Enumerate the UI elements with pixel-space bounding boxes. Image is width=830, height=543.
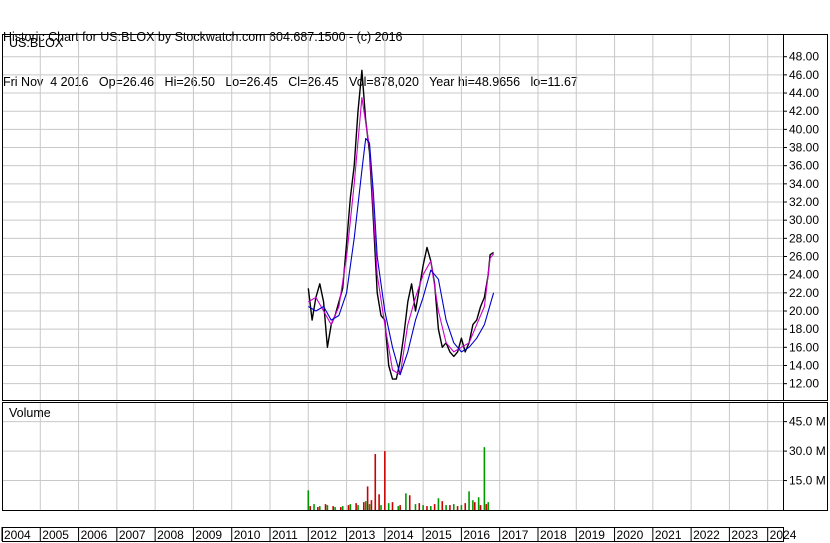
price-y-tick-label: 40.00 <box>789 122 819 136</box>
price-y-tick-label: 44.00 <box>789 86 819 100</box>
x-tick-label: 2009 <box>195 528 222 542</box>
x-tick-label: 2005 <box>42 528 69 542</box>
ticker-label: US:BLOX <box>9 36 64 50</box>
price-y-tick-label: 18.00 <box>789 322 819 336</box>
price-y-tick-label: 48.00 <box>789 50 819 64</box>
volume-y-tick-label: 15.0 M <box>789 474 826 488</box>
x-tick-label: 2017 <box>502 528 529 542</box>
x-tick-label: 2004 <box>4 528 31 542</box>
price-y-tick-label: 20.00 <box>789 304 819 318</box>
price-series <box>307 69 495 380</box>
x-tick-label: 2011 <box>272 528 298 542</box>
price-y-tick-label: 14.00 <box>789 358 819 372</box>
chart-frames <box>2 34 828 542</box>
x-tick-label: 2010 <box>234 528 261 542</box>
x-tick-label: 2006 <box>81 528 108 542</box>
price-y-tick-label: 12.00 <box>789 377 819 391</box>
volume-y-tick-label: 30.0 M <box>789 444 826 458</box>
x-tick-label: 2019 <box>578 528 605 542</box>
x-tick-label: 2008 <box>157 528 184 542</box>
x-tick-label: 2007 <box>119 528 146 542</box>
price-y-tick-label: 36.00 <box>789 159 819 173</box>
price-panel-frame <box>2 34 828 401</box>
x-tick-label: 2021 <box>655 528 682 542</box>
volume-y-tick-label: 45.0 M <box>789 415 826 429</box>
price-y-tick-label: 32.00 <box>789 195 819 209</box>
price-y-tick-label: 30.00 <box>789 213 819 227</box>
price-y-tick-label: 22.00 <box>789 286 819 300</box>
x-tick-label: 2018 <box>540 528 567 542</box>
series-price <box>307 69 494 380</box>
series-ma_short <box>308 97 495 376</box>
volume-y-axis: 15.0 M 30.0 M 45.0 M <box>783 415 826 488</box>
price-y-tick-label: 38.00 <box>789 141 819 155</box>
price-y-tick-label: 42.00 <box>789 104 819 118</box>
price-y-tick-label: 26.00 <box>789 250 819 264</box>
volume-title: Volume <box>9 406 51 420</box>
x-tick-label: 2016 <box>463 528 490 542</box>
x-tick-label: 2022 <box>693 528 720 542</box>
x-tick-label: 2015 <box>425 528 452 542</box>
x-tick-label: 2020 <box>617 528 644 542</box>
volume-panel-frame <box>2 402 828 511</box>
volume-grid <box>2 402 783 510</box>
x-tick-label: 2023 <box>731 528 758 542</box>
chart-canvas: 2004 2005 2006 2007 2008 2009 2010 2011 2012 2013… <box>1 34 828 542</box>
price-y-tick-label: 46.00 <box>789 68 819 82</box>
price-y-tick-label: 34.00 <box>789 177 819 191</box>
x-tick-label: 2014 <box>387 528 414 542</box>
price-y-tick-label: 24.00 <box>789 268 819 282</box>
x-axis: 2004 2005 2006 2007 2008 2009 2010 2011 2012 2013… <box>1 527 797 542</box>
price-y-tick-label: 16.00 <box>789 340 819 354</box>
price-y-tick-label: 28.00 <box>789 231 819 245</box>
x-tick-label: 2012 <box>310 528 337 542</box>
price-y-axis: 12.00 14.00 16.00 18.00 20.00 22.00 24.00 26.00… <box>783 50 819 391</box>
x-tick-label: 2013 <box>349 528 376 542</box>
